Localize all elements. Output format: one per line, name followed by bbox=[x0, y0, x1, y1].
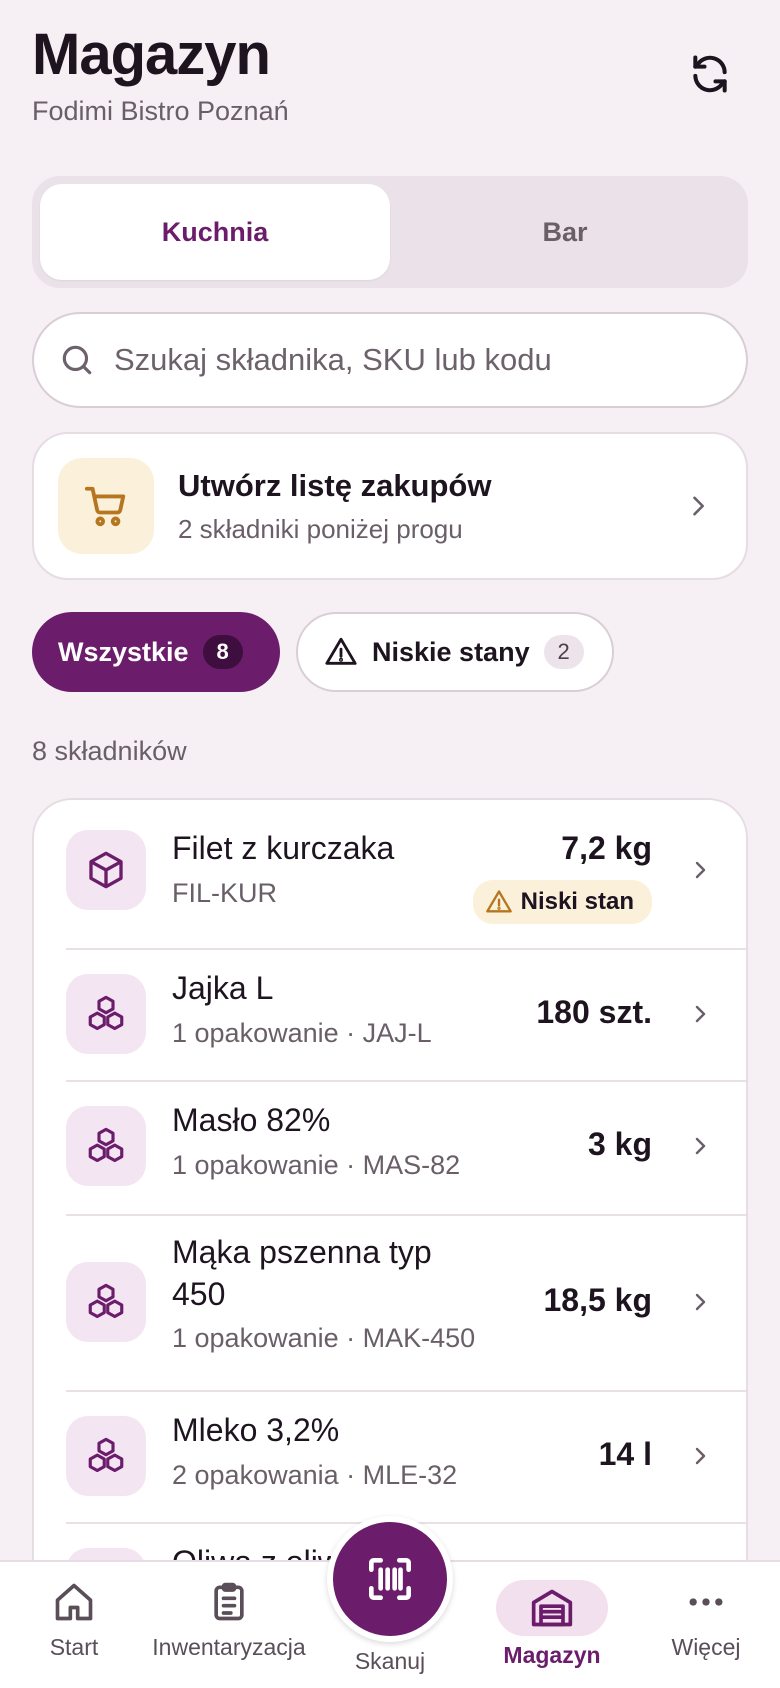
tab-kuchnia[interactable]: Kuchnia bbox=[40, 184, 390, 280]
item-meta: 1 opakowanie · JAJ-L bbox=[172, 1017, 432, 1048]
create-shopping-list-card[interactable]: Utwórz listę zakupów 2 składniki poniżej… bbox=[32, 432, 748, 580]
home-icon bbox=[55, 1583, 93, 1621]
cart-icon-box bbox=[58, 458, 154, 554]
chevron-right-icon bbox=[693, 496, 704, 516]
filter-low-stock-count: 2 bbox=[543, 635, 584, 669]
boxes-icon bbox=[66, 1106, 146, 1186]
filter-low-stock[interactable]: Niskie stany 2 bbox=[296, 612, 614, 692]
item-name-line1: Mąka pszenna typ bbox=[172, 1234, 432, 1270]
low-stock-label: Niski stan bbox=[520, 888, 634, 915]
boxes-icon bbox=[66, 1416, 146, 1496]
item-meta: FIL-KUR bbox=[172, 877, 278, 908]
chevron-right-icon bbox=[695, 1137, 706, 1155]
chevron-right-icon bbox=[695, 861, 706, 879]
nav-more-label: Więcej bbox=[671, 1634, 741, 1660]
more-icon bbox=[689, 1598, 723, 1606]
item-meta: 2 opakowania · MLE-32 bbox=[172, 1459, 458, 1490]
item-meta: 1 opakowanie · MAS-82 bbox=[172, 1149, 461, 1180]
list-item[interactable]: Mleko 3,2% 2 opakowania · MLE-32 14 l bbox=[34, 1392, 746, 1522]
boxes-icon bbox=[66, 974, 146, 1054]
nav-inventory[interactable]: Inwentaryzacja bbox=[140, 1562, 318, 1688]
refresh-button[interactable] bbox=[682, 46, 738, 102]
list-item[interactable]: Masło 82% 1 opakowanie · MAS-82 3 kg bbox=[34, 1082, 746, 1214]
nav-more[interactable]: Więcej bbox=[660, 1562, 752, 1688]
filter-all-label: Wszystkie bbox=[58, 636, 189, 667]
item-quantity: 3 kg bbox=[587, 1126, 652, 1162]
filter-all-count: 8 bbox=[202, 635, 243, 669]
nav-warehouse[interactable]: Magazyn bbox=[490, 1562, 614, 1688]
list-item[interactable]: Mąka pszenna typ 450 1 opakowanie · MAK-… bbox=[34, 1216, 746, 1390]
item-quantity: 7,2 kg bbox=[561, 830, 652, 866]
items-count: 8 składników bbox=[32, 736, 187, 766]
filter-chips: Wszystkie 8 Niskie stany 2 bbox=[32, 612, 614, 692]
location-tabs: Kuchnia Bar bbox=[32, 176, 748, 288]
search-input[interactable]: Szukaj składnika, SKU lub kodu bbox=[32, 312, 748, 408]
search-icon bbox=[62, 345, 92, 375]
nav-active-pill bbox=[496, 1580, 608, 1636]
nav-scan-label: Skanuj bbox=[354, 1648, 426, 1674]
warning-icon bbox=[325, 637, 357, 665]
cart-icon bbox=[84, 486, 126, 527]
page-title: Magazyn bbox=[32, 22, 271, 87]
boxes-icon bbox=[66, 1262, 146, 1342]
nav-warehouse-label: Magazyn bbox=[503, 1642, 601, 1668]
page-subtitle: Fodimi Bistro Poznań bbox=[32, 96, 289, 126]
refresh-icon bbox=[693, 55, 727, 93]
item-quantity: 14 l bbox=[598, 1436, 652, 1472]
shopping-card-title: Utwórz listę zakupów bbox=[178, 467, 492, 503]
item-name-line2: 450 bbox=[172, 1275, 226, 1312]
clipboard-icon bbox=[214, 1582, 244, 1621]
nav-inventory-label: Inwentaryzacja bbox=[152, 1634, 306, 1660]
item-name: Mleko 3,2% bbox=[172, 1412, 340, 1448]
search-placeholder: Szukaj składnika, SKU lub kodu bbox=[114, 342, 552, 377]
warehouse-icon bbox=[531, 1589, 573, 1627]
warning-icon bbox=[485, 890, 512, 913]
item-meta: 1 opakowanie · MAK-450 bbox=[172, 1323, 476, 1354]
chevron-right-icon bbox=[695, 1005, 706, 1023]
item-name: Filet z kurczaka bbox=[172, 830, 395, 866]
package-icon bbox=[66, 830, 146, 910]
chevron-right-icon bbox=[695, 1293, 706, 1311]
item-name: Jajka L bbox=[172, 970, 274, 1006]
shopping-card-subtitle: 2 składniki poniżej progu bbox=[178, 513, 463, 544]
chevron-right-icon bbox=[695, 1447, 706, 1465]
item-name: Masło 82% bbox=[172, 1102, 331, 1138]
item-quantity: 18,5 kg bbox=[543, 1282, 652, 1318]
barcode-scan-icon bbox=[369, 1558, 411, 1600]
nav-start-label: Start bbox=[49, 1634, 99, 1660]
tab-bar[interactable]: Bar bbox=[390, 184, 740, 280]
filter-low-stock-label: Niskie stany bbox=[372, 636, 530, 667]
list-item[interactable]: Filet z kurczaka FIL-KUR 7,2 kg Niski st… bbox=[34, 800, 746, 940]
low-stock-badge: Niski stan bbox=[472, 880, 652, 924]
filter-all[interactable]: Wszystkie 8 bbox=[32, 612, 280, 692]
scan-button[interactable] bbox=[327, 1516, 453, 1642]
header: Magazyn Fodimi Bistro Poznań bbox=[32, 22, 748, 132]
item-quantity: 180 szt. bbox=[536, 994, 652, 1030]
list-item[interactable]: Jajka L 1 opakowanie · JAJ-L 180 szt. bbox=[34, 950, 746, 1080]
nav-start[interactable]: Start bbox=[30, 1562, 118, 1688]
